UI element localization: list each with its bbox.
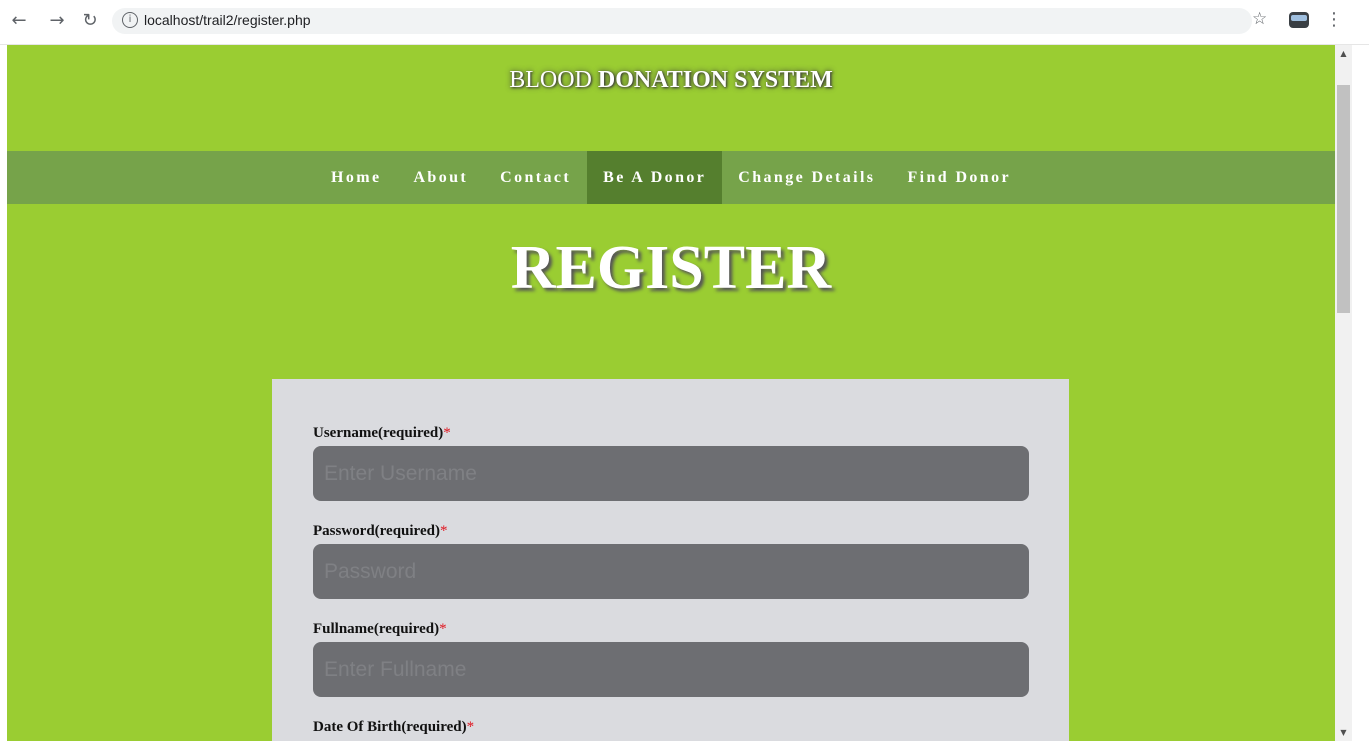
required-marker: *	[439, 621, 447, 637]
fullname-label-text: Fullname(required)	[313, 621, 440, 637]
dob-label: Date Of Birth(required)*	[313, 719, 474, 736]
page-title: REGISTER	[510, 234, 832, 302]
info-icon[interactable]: i	[122, 12, 138, 28]
username-label-text: Username(required)	[313, 425, 444, 441]
page-viewport: BLOOD DONATION SYSTEM Home About Contact…	[7, 45, 1335, 741]
password-input[interactable]	[313, 544, 1029, 599]
dob-label-text: Date Of Birth(required)	[313, 719, 467, 735]
extension-icon[interactable]	[1289, 12, 1309, 28]
required-marker: *	[466, 719, 475, 735]
scroll-down-icon[interactable]: ▼	[1335, 724, 1352, 741]
address-bar[interactable]: i localhost/trail2/register.php	[112, 8, 1252, 34]
back-arrow-icon[interactable]: ←	[8, 10, 30, 32]
site-title-bold: DONATION SYSTEM	[597, 67, 833, 93]
scroll-up-icon[interactable]: ▲	[1335, 45, 1352, 62]
forward-arrow-icon[interactable]: →	[46, 10, 68, 32]
username-input[interactable]	[313, 446, 1029, 501]
browser-toolbar: ← → ↻ i localhost/trail2/register.php ☆ …	[0, 0, 1369, 45]
main-navbar: Home About Contact Be A Donor Change Det…	[7, 151, 1335, 204]
site-title-normal: BLOOD	[509, 67, 598, 93]
site-title: BLOOD DONATION SYSTEM	[7, 67, 1335, 94]
browser-menu-icon[interactable]: ⋮	[1325, 9, 1343, 30]
fullname-input[interactable]	[313, 642, 1029, 697]
nav-about[interactable]: About	[397, 151, 484, 204]
required-marker: *	[439, 523, 448, 539]
nav-find-donor[interactable]: Find Donor	[891, 151, 1027, 204]
nav-change-details[interactable]: Change Details	[722, 151, 891, 204]
required-marker: *	[443, 425, 451, 441]
username-label: Username(required)*	[313, 425, 451, 442]
vertical-scrollbar[interactable]: ▲ ▼	[1335, 45, 1352, 741]
password-label-text: Password(required)	[313, 523, 440, 539]
reload-icon[interactable]: ↻	[79, 10, 101, 32]
nav-home[interactable]: Home	[315, 151, 397, 204]
register-form: Username(required)* Password(required)* …	[272, 379, 1069, 741]
nav-be-a-donor[interactable]: Be A Donor	[587, 151, 723, 204]
address-url[interactable]: localhost/trail2/register.php	[144, 12, 311, 28]
fullname-label: Fullname(required)*	[313, 621, 447, 638]
bookmark-star-icon[interactable]: ☆	[1252, 9, 1267, 29]
password-label: Password(required)*	[313, 523, 447, 540]
scrollbar-thumb[interactable]	[1337, 85, 1350, 313]
nav-contact[interactable]: Contact	[484, 151, 587, 204]
